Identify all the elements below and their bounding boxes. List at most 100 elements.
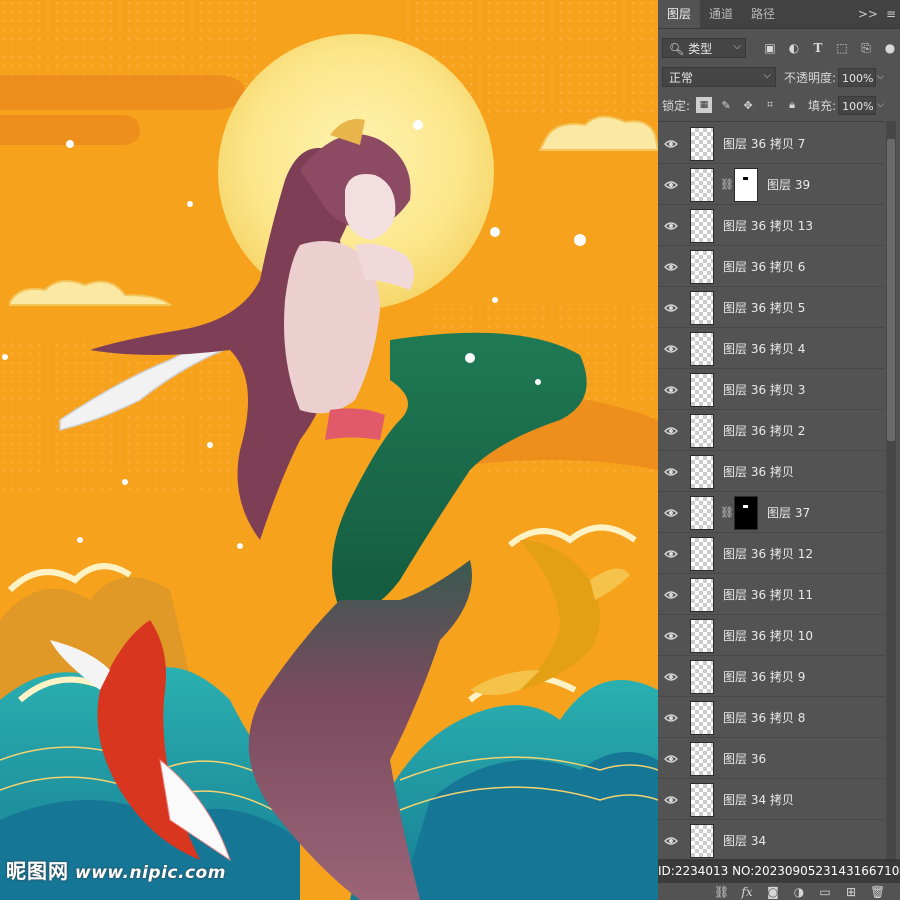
visibility-eye-icon[interactable] [658,344,684,354]
adjustment-icon[interactable]: ◑ [792,885,806,899]
layer-thumbnail[interactable] [690,413,714,448]
layer-list-scrollbar[interactable] [886,121,896,862]
shape-filter-icon[interactable]: ⬚ [834,40,850,56]
visibility-eye-icon[interactable] [658,180,684,190]
layer-name[interactable]: 图层 36 拷贝 6 [723,258,805,275]
layer-row[interactable]: ⛓ 图层 39 [658,165,884,205]
layer-row[interactable]: 图层 36 [658,739,884,779]
mask-icon[interactable]: ◙ [766,885,780,899]
layer-thumbnail[interactable] [690,577,714,612]
visibility-eye-icon[interactable] [658,836,684,846]
menu-icon[interactable]: ≡ [882,0,900,28]
layer-mask-thumbnail[interactable] [734,495,758,530]
layer-name[interactable]: 图层 36 [723,750,766,767]
filter-toggle-icon[interactable]: ● [882,40,898,56]
layer-thumbnail[interactable] [690,659,714,694]
artwork-canvas[interactable]: 昵图网 www.nipic.com [0,0,658,900]
opacity-dropdown-icon[interactable]: ⌵ [877,72,884,82]
visibility-eye-icon[interactable] [658,221,684,231]
lock-transparent-icon[interactable]: ▦ [696,97,713,113]
layer-row[interactable]: 图层 34 [658,821,884,861]
filter-kind-select[interactable]: 🔍︎ 类型 [662,37,746,58]
visibility-eye-icon[interactable] [658,795,684,805]
layer-row[interactable]: 图层 36 拷贝 9 [658,657,884,697]
layer-thumbnail[interactable] [690,618,714,653]
visibility-eye-icon[interactable] [658,508,684,518]
link-icon[interactable]: ⛓ [714,885,729,899]
layer-name[interactable]: 图层 36 拷贝 10 [723,627,813,644]
layer-name[interactable]: 图层 36 拷贝 7 [723,135,805,152]
visibility-eye-icon[interactable] [658,385,684,395]
layer-row[interactable]: 图层 36 拷贝 12 [658,534,884,574]
trash-icon[interactable]: 🗑︎ [870,885,885,899]
layer-name[interactable]: 图层 36 拷贝 11 [723,586,813,603]
fill-field[interactable]: 100% [838,95,877,115]
layer-row[interactable]: 图层 36 拷贝 13 [658,206,884,246]
layer-row[interactable]: 图层 36 拷贝 7 [658,124,884,164]
visibility-eye-icon[interactable] [658,426,684,436]
layer-row[interactable]: 图层 36 拷贝 [658,452,884,492]
visibility-eye-icon[interactable] [658,713,684,723]
mask-link-icon[interactable]: ⛓ [720,178,734,191]
visibility-eye-icon[interactable] [658,139,684,149]
lock-brush-icon[interactable]: ✎ [718,97,734,113]
layer-name[interactable]: 图层 39 [767,176,810,193]
layer-name[interactable]: 图层 36 拷贝 4 [723,340,805,357]
layer-thumbnail[interactable] [690,331,714,366]
fill-dropdown-icon[interactable]: ⌵ [877,100,884,110]
layer-row[interactable]: 图层 36 拷贝 6 [658,247,884,287]
layer-thumbnail[interactable] [690,782,714,817]
layer-thumbnail[interactable] [690,700,714,735]
layer-thumbnail[interactable] [690,208,714,243]
layer-thumbnail[interactable] [690,454,714,489]
visibility-eye-icon[interactable] [658,590,684,600]
layer-row[interactable]: 图层 36 拷贝 2 [658,411,884,451]
lock-all-icon[interactable]: 🔒︎ [784,97,800,113]
folder-icon[interactable]: ▭ [818,885,832,899]
layer-row[interactable]: 图层 36 拷贝 11 [658,575,884,615]
layer-name[interactable]: 图层 37 [767,504,810,521]
layer-name[interactable]: 图层 36 拷贝 13 [723,217,813,234]
layer-row[interactable]: ⛓ 图层 37 [658,493,884,533]
visibility-eye-icon[interactable] [658,303,684,313]
smart-object-filter-icon[interactable]: ⎘ [858,40,874,56]
layer-row[interactable]: 图层 36 拷贝 4 [658,329,884,369]
layer-thumbnail[interactable] [690,741,714,776]
tab-channels[interactable]: 通道 [700,0,742,28]
collapse-icon[interactable]: >> [854,0,882,28]
visibility-eye-icon[interactable] [658,467,684,477]
layer-row[interactable]: 图层 36 拷贝 3 [658,370,884,410]
layer-name[interactable]: 图层 36 拷贝 3 [723,381,805,398]
layer-name[interactable]: 图层 36 拷贝 [723,463,794,480]
image-filter-icon[interactable]: ▣ [762,40,778,56]
layer-mask-thumbnail[interactable] [734,167,758,202]
scrollbar-thumb[interactable] [887,139,895,441]
adjustment-filter-icon[interactable]: ◐ [786,40,802,56]
layer-thumbnail[interactable] [690,823,714,858]
layer-thumbnail[interactable] [690,372,714,407]
visibility-eye-icon[interactable] [658,672,684,682]
tab-paths[interactable]: 路径 [742,0,784,28]
layer-row[interactable]: 图层 36 拷贝 5 [658,288,884,328]
layer-thumbnail[interactable] [690,126,714,161]
layer-thumbnail[interactable] [690,290,714,325]
visibility-eye-icon[interactable] [658,262,684,272]
layer-thumbnail[interactable] [690,249,714,284]
layer-name[interactable]: 图层 36 拷贝 2 [723,422,805,439]
mask-link-icon[interactable]: ⛓ [720,506,734,519]
layer-name[interactable]: 图层 36 拷贝 5 [723,299,805,316]
blend-mode-select[interactable]: 正常 [662,66,776,87]
layer-name[interactable]: 图层 34 拷贝 [723,791,794,808]
layer-name[interactable]: 图层 34 [723,832,766,849]
opacity-field[interactable]: 100% [838,67,877,87]
visibility-eye-icon[interactable] [658,754,684,764]
layer-thumbnail[interactable] [690,536,714,571]
layer-thumbnail[interactable] [690,167,714,202]
layer-name[interactable]: 图层 36 拷贝 9 [723,668,805,685]
lock-position-icon[interactable]: ✥ [740,97,756,113]
layer-thumbnail[interactable] [690,495,714,530]
visibility-eye-icon[interactable] [658,631,684,641]
layer-row[interactable]: 图层 34 拷贝 [658,780,884,820]
fx-icon[interactable]: fx [740,885,754,899]
tab-layers[interactable]: 图层 [658,0,701,28]
